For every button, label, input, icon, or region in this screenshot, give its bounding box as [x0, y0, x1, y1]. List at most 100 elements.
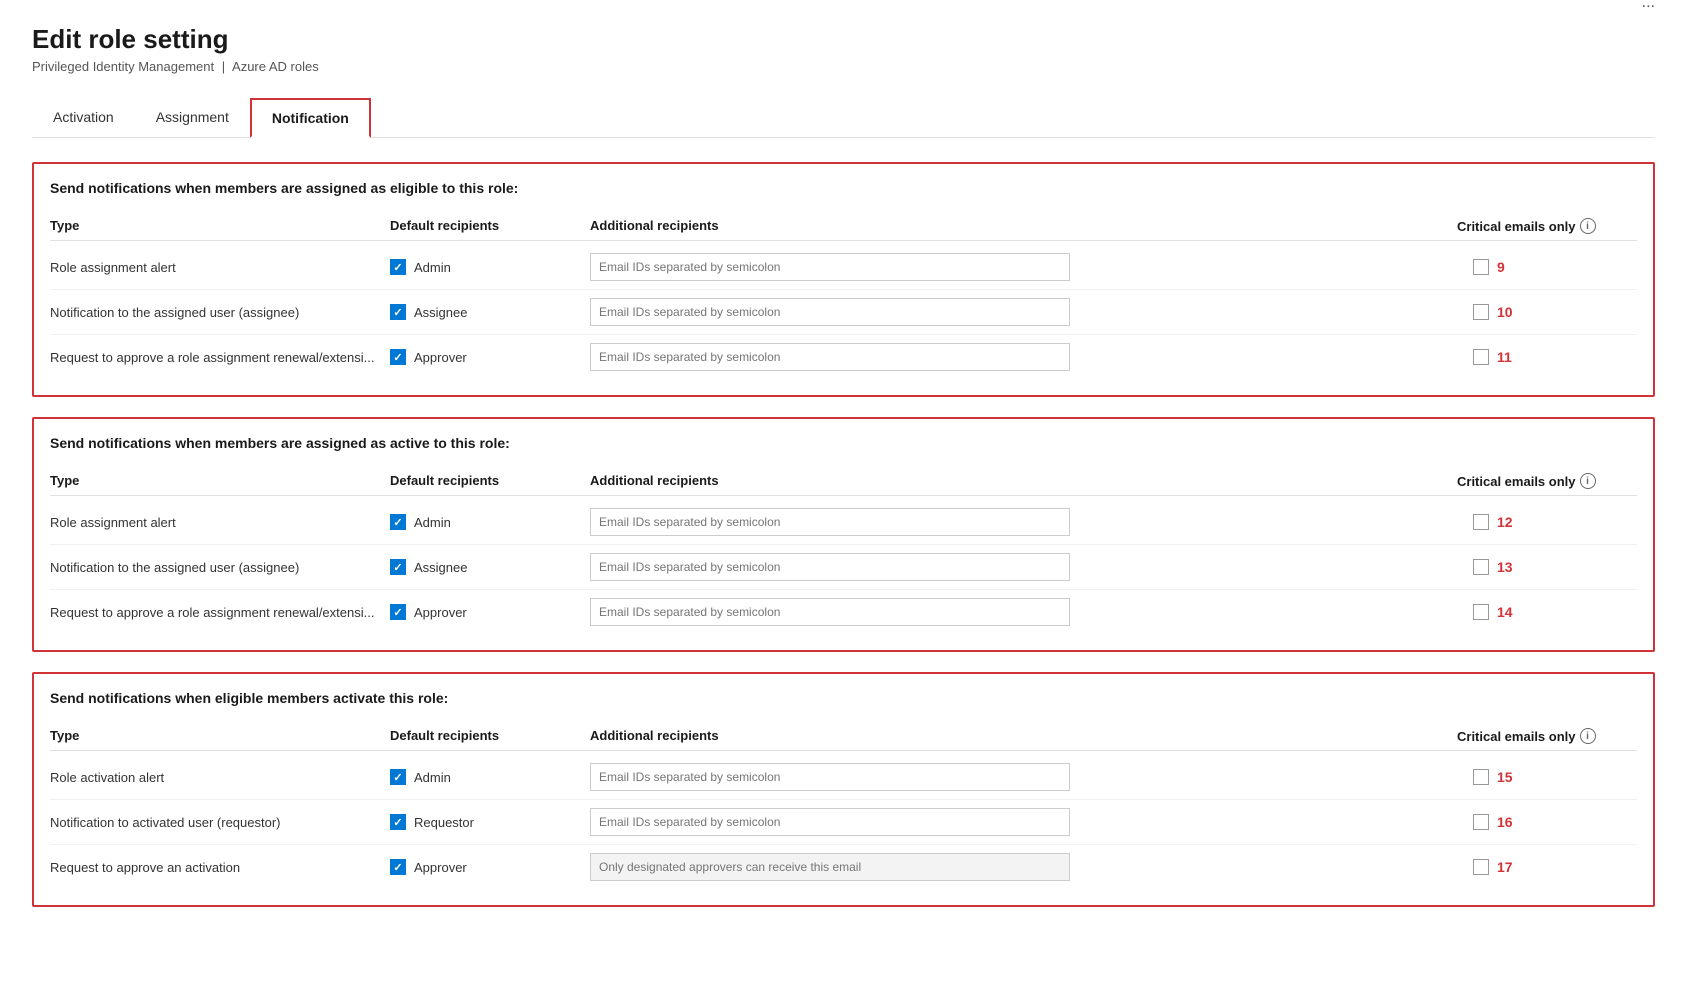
recipient-label: Approver: [414, 350, 467, 365]
table-header-eligible: Type Default recipients Additional recip…: [50, 212, 1637, 241]
critical-checkbox[interactable]: [1473, 304, 1489, 320]
recipient-label: Admin: [414, 260, 451, 275]
col-additional-label: Additional recipients: [590, 218, 1457, 234]
col-additional-label: Additional recipients: [590, 473, 1457, 489]
critical-checkbox[interactable]: [1473, 259, 1489, 275]
page-title: Edit role setting: [32, 24, 319, 55]
page-header: Edit role setting Privileged Identity Ma…: [32, 24, 1655, 98]
checkbox-assignee-active-2[interactable]: [390, 559, 406, 575]
table-header-activate: Type Default recipients Additional recip…: [50, 722, 1637, 751]
checkbox-admin-activate-1[interactable]: [390, 769, 406, 785]
row-critical: 16: [1457, 814, 1637, 830]
row-critical: 14: [1457, 604, 1637, 620]
email-input[interactable]: [590, 808, 1070, 836]
row-critical: 13: [1457, 559, 1637, 575]
critical-checkbox[interactable]: [1473, 514, 1489, 530]
critical-num: 16: [1497, 814, 1513, 830]
tab-assignment[interactable]: Assignment: [135, 98, 250, 138]
row-additional: [590, 553, 1457, 581]
critical-num: 14: [1497, 604, 1513, 620]
critical-info-icon[interactable]: i: [1580, 728, 1596, 744]
row-type: Notification to activated user (requesto…: [50, 815, 390, 830]
checkbox-approver-eligible-3[interactable]: [390, 349, 406, 365]
checkbox-assignee-eligible-2[interactable]: [390, 304, 406, 320]
critical-checkbox[interactable]: [1473, 769, 1489, 785]
table-row: Role assignment alert Admin 12: [50, 500, 1637, 545]
more-options-button[interactable]: ...: [1642, 0, 1655, 12]
tab-activation[interactable]: Activation: [32, 98, 135, 138]
critical-checkbox[interactable]: [1473, 814, 1489, 830]
row-type: Notification to the assigned user (assig…: [50, 560, 390, 575]
checkbox-admin-active-1[interactable]: [390, 514, 406, 530]
critical-info-icon[interactable]: i: [1580, 218, 1596, 234]
critical-num: 17: [1497, 859, 1513, 875]
email-input[interactable]: [590, 763, 1070, 791]
row-additional: [590, 343, 1457, 371]
row-critical: 15: [1457, 769, 1637, 785]
table-row: Request to approve a role assignment ren…: [50, 590, 1637, 634]
row-additional: [590, 853, 1457, 881]
col-type-label: Type: [50, 473, 390, 489]
row-type: Role activation alert: [50, 770, 390, 785]
row-default: Admin: [390, 769, 590, 785]
recipient-label: Admin: [414, 770, 451, 785]
section-active: Send notifications when members are assi…: [32, 417, 1655, 652]
email-input[interactable]: [590, 343, 1070, 371]
critical-num: 11: [1497, 349, 1512, 365]
row-critical: 11: [1457, 349, 1637, 365]
row-additional: [590, 298, 1457, 326]
recipient-label: Admin: [414, 515, 451, 530]
col-default-label: Default recipients: [390, 473, 590, 489]
row-default: Approver: [390, 859, 590, 875]
checkbox-approver-active-3[interactable]: [390, 604, 406, 620]
table-row: Notification to the assigned user (assig…: [50, 545, 1637, 590]
critical-num: 13: [1497, 559, 1513, 575]
section-active-title: Send notifications when members are assi…: [50, 435, 1637, 451]
critical-num: 10: [1497, 304, 1513, 320]
recipient-label: Assignee: [414, 560, 467, 575]
col-critical-label: Critical emails only i: [1457, 218, 1637, 234]
col-critical-label: Critical emails only i: [1457, 473, 1637, 489]
email-input[interactable]: [590, 553, 1070, 581]
row-default: Admin: [390, 514, 590, 530]
email-input[interactable]: [590, 598, 1070, 626]
critical-num: 9: [1497, 259, 1505, 275]
col-additional-label: Additional recipients: [590, 728, 1457, 744]
critical-checkbox[interactable]: [1473, 604, 1489, 620]
critical-checkbox[interactable]: [1473, 559, 1489, 575]
checkbox-requestor-activate-2[interactable]: [390, 814, 406, 830]
critical-checkbox[interactable]: [1473, 859, 1489, 875]
row-additional: [590, 808, 1457, 836]
row-additional: [590, 253, 1457, 281]
table-row: Request to approve an activation Approve…: [50, 845, 1637, 889]
col-default-label: Default recipients: [390, 218, 590, 234]
critical-num: 15: [1497, 769, 1513, 785]
email-input[interactable]: [590, 508, 1070, 536]
email-input[interactable]: [590, 253, 1070, 281]
critical-num: 12: [1497, 514, 1513, 530]
row-critical: 9: [1457, 259, 1637, 275]
recipient-label: Assignee: [414, 305, 467, 320]
page-subtitle: Privileged Identity Management | Azure A…: [32, 59, 319, 74]
row-default: Assignee: [390, 304, 590, 320]
row-type: Role assignment alert: [50, 260, 390, 275]
col-default-label: Default recipients: [390, 728, 590, 744]
tab-notification[interactable]: Notification: [250, 98, 371, 138]
row-critical: 12: [1457, 514, 1637, 530]
row-type: Request to approve an activation: [50, 860, 390, 875]
section-eligible-title: Send notifications when members are assi…: [50, 180, 1637, 196]
row-type: Role assignment alert: [50, 515, 390, 530]
row-additional: [590, 598, 1457, 626]
recipient-label: Requestor: [414, 815, 474, 830]
checkbox-approver-activate-3[interactable]: [390, 859, 406, 875]
row-default: Approver: [390, 604, 590, 620]
critical-info-icon[interactable]: i: [1580, 473, 1596, 489]
critical-checkbox[interactable]: [1473, 349, 1489, 365]
col-critical-label: Critical emails only i: [1457, 728, 1637, 744]
tab-bar: Activation Assignment Notification: [32, 98, 1655, 138]
col-type-label: Type: [50, 728, 390, 744]
row-default: Assignee: [390, 559, 590, 575]
row-type: Request to approve a role assignment ren…: [50, 605, 390, 620]
email-input[interactable]: [590, 298, 1070, 326]
checkbox-admin-eligible-1[interactable]: [390, 259, 406, 275]
